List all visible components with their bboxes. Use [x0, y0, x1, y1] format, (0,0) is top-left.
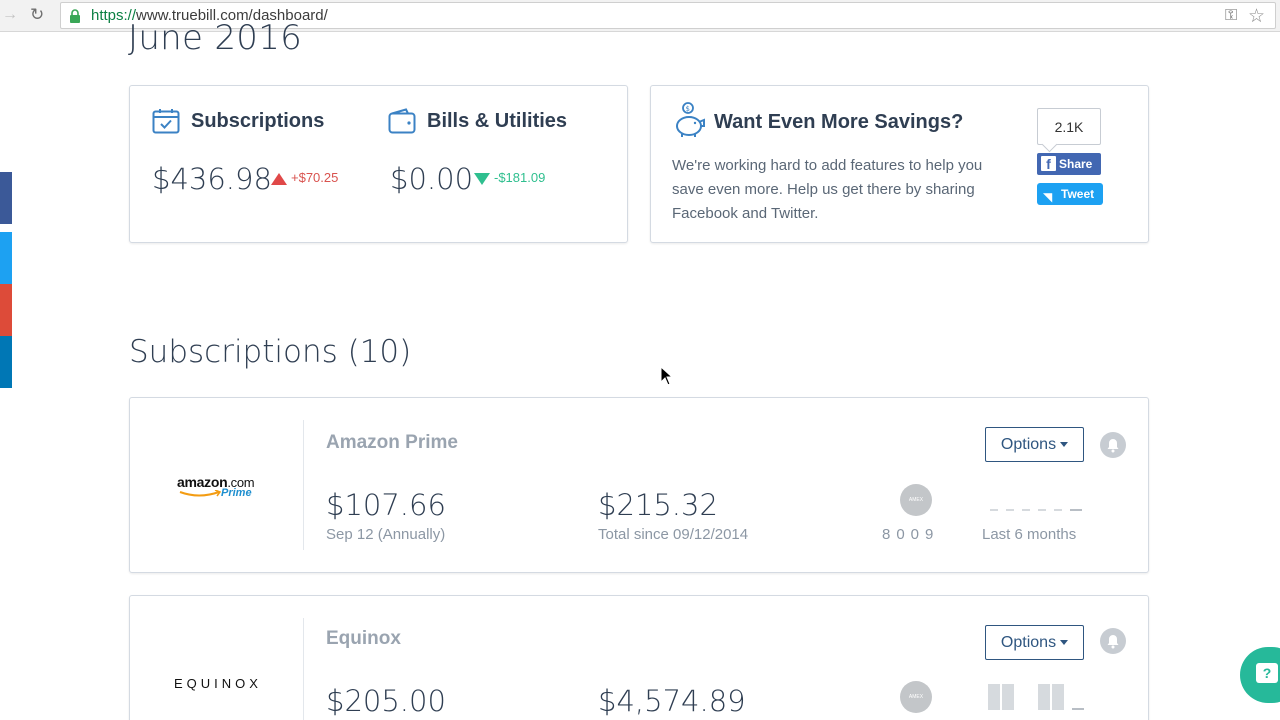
options-dropdown-button[interactable]: Options	[985, 625, 1084, 660]
up-triangle-icon	[271, 172, 287, 185]
amazon-smile-icon	[179, 490, 222, 497]
subscription-name[interactable]: Amazon Prime	[326, 432, 458, 454]
card-divider	[303, 420, 304, 550]
bell-icon[interactable]	[1100, 432, 1126, 458]
svg-text:$: $	[686, 105, 690, 113]
subscriptions-amount: $436.98	[152, 162, 272, 196]
reload-icon[interactable]: ↻	[30, 6, 48, 24]
piggy-bank-icon: $	[676, 102, 705, 137]
share-count-badge: 2.1K	[1037, 108, 1101, 145]
bell-icon[interactable]	[1100, 628, 1126, 654]
subscription-name[interactable]: Equinox	[326, 628, 401, 650]
savings-title: Want Even More Savings?	[714, 111, 964, 133]
wallet-icon	[388, 108, 416, 134]
savings-share-card: $ Want Even More Savings? We're working …	[650, 85, 1149, 243]
subscriptions-label: Subscriptions	[191, 110, 325, 132]
card-divider	[303, 618, 304, 720]
subscriptions-section-title: Subscriptions (10)	[129, 334, 412, 370]
facebook-share-button[interactable]: f Share	[1037, 153, 1101, 175]
subscription-card-equinox[interactable]: EQUINOX Equinox $205.00 $4,574.89 Option…	[129, 595, 1149, 720]
subscription-price: $205.00	[326, 684, 446, 718]
calendar-icon	[152, 109, 180, 134]
twitter-side-share[interactable]	[0, 232, 12, 284]
history-sparkline	[988, 684, 1084, 710]
subscription-total: $215.32	[598, 488, 718, 522]
twitter-bird-icon: ◥	[1043, 190, 1053, 204]
month-title: June 2016	[128, 18, 303, 58]
chat-bubble-icon: ?	[1256, 663, 1278, 683]
bills-amount: $0.00	[390, 162, 474, 196]
credit-card-icon: AMEX	[900, 484, 932, 516]
history-label: Last 6 months	[982, 526, 1077, 543]
credit-card-icon: AMEX	[900, 681, 932, 713]
savings-description: We're working hard to add features to he…	[672, 157, 983, 222]
history-sparkline	[990, 509, 1082, 511]
caret-down-icon	[1060, 442, 1069, 448]
mouse-cursor-icon	[660, 366, 674, 386]
caret-down-icon	[1060, 640, 1069, 646]
subscriptions-delta: +$70.25	[271, 170, 338, 185]
options-dropdown-button[interactable]: Options	[985, 427, 1084, 462]
bills-delta: -$181.09	[474, 170, 545, 185]
merchant-logo: EQUINOX	[130, 596, 304, 720]
equinox-logo: EQUINOX	[174, 676, 262, 691]
subscription-total: $4,574.89	[598, 684, 746, 718]
facebook-side-share[interactable]	[0, 172, 12, 224]
subscription-price: $107.66	[326, 488, 446, 522]
merchant-logo: amazon.com Prime	[130, 398, 304, 572]
linkedin-side-share[interactable]	[0, 336, 12, 388]
down-triangle-icon	[474, 172, 490, 185]
subscription-total-since: Total since 09/12/2014	[598, 526, 749, 543]
google-side-share[interactable]	[0, 284, 12, 336]
forward-icon[interactable]: →	[2, 6, 20, 24]
amazon-prime-logo: amazon.com Prime	[177, 474, 255, 499]
card-last-digits: 8009	[882, 526, 940, 543]
spending-summary-card: Subscriptions $436.98 +$70.25 Bills & Ut…	[129, 85, 628, 243]
twitter-tweet-button[interactable]: ◥ Tweet	[1037, 183, 1103, 205]
facebook-icon: f	[1041, 156, 1056, 172]
bills-label: Bills & Utilities	[427, 110, 568, 132]
bookmark-star-icon[interactable]: ☆	[1248, 5, 1265, 28]
key-icon[interactable]: ⚿	[1225, 7, 1239, 25]
subscription-card-amazon-prime[interactable]: amazon.com Prime Amazon Prime $107.66 Se…	[129, 397, 1149, 573]
lock-icon	[70, 9, 80, 23]
help-chat-button[interactable]: ?	[1240, 647, 1280, 703]
subscription-next-date: Sep 12 (Annually)	[326, 526, 446, 543]
